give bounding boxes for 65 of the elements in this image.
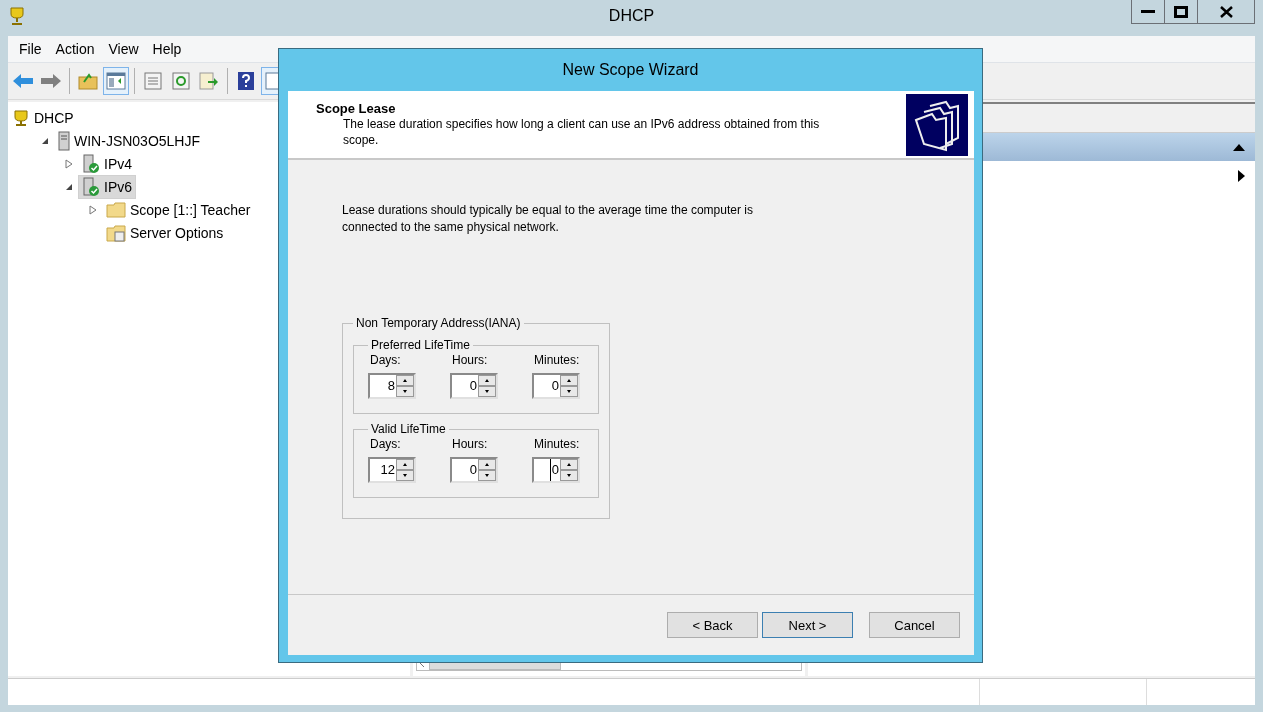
- field-label: Hours:: [451, 353, 489, 367]
- instruction-text: Lease durations should typically be equal to the average time the computer is connected to the same physical network.: [342, 202, 754, 236]
- field-label: Days:: [369, 437, 402, 451]
- refresh-icon: [172, 72, 190, 90]
- trophy-icon: [12, 108, 30, 127]
- collapse-arrow-icon[interactable]: [65, 182, 73, 191]
- folder-options-icon: [106, 223, 126, 242]
- number-spinner[interactable]: 0: [532, 373, 580, 399]
- field-label: Minutes:: [533, 353, 580, 367]
- menu-item[interactable]: Help: [145, 39, 189, 59]
- minimize-icon: [1141, 10, 1155, 13]
- group-title: Valid LifeTime: [370, 422, 447, 436]
- wizard-button[interactable]: Cancel: [869, 612, 960, 638]
- properties-icon: [144, 72, 162, 90]
- collapse-arrow-icon[interactable]: [41, 136, 49, 145]
- tree-item[interactable]: WIN-JSN03O5LHJF: [54, 128, 205, 153]
- page-description: The lease duration specifies how long a client can use an IPv6 address obtained from this scope.: [343, 116, 821, 148]
- number-spinner[interactable]: 8: [368, 373, 416, 399]
- folder-up-icon: [78, 72, 98, 90]
- tree-item[interactable]: IPv4: [78, 151, 136, 176]
- group-title: Preferred LifeTime: [370, 338, 471, 352]
- wizard-button[interactable]: Next >: [762, 612, 853, 638]
- forward-arrow-icon: [40, 73, 62, 89]
- close-icon: [1219, 5, 1233, 18]
- maximize-icon: [1174, 5, 1188, 18]
- page-heading: Scope Lease: [316, 101, 397, 116]
- menu-item[interactable]: View: [101, 39, 146, 59]
- number-spinner[interactable]: 0: [450, 457, 498, 483]
- spin-arrows-icon[interactable]: [396, 375, 414, 397]
- back-arrow-icon: [12, 73, 34, 89]
- number-spinner[interactable]: 0: [532, 457, 580, 483]
- tree-item[interactable]: DHCP: [8, 106, 78, 129]
- menu-item[interactable]: File: [12, 39, 49, 59]
- server-check-icon: [82, 176, 100, 197]
- spin-arrows-icon[interactable]: [560, 459, 578, 481]
- tree-item[interactable]: Scope [1::] Teacher: [102, 199, 255, 220]
- field-label: Minutes:: [533, 437, 580, 451]
- number-spinner[interactable]: 0: [450, 373, 498, 399]
- field-label: Days:: [369, 353, 402, 367]
- spin-arrows-icon[interactable]: [478, 375, 496, 397]
- tree-item[interactable]: Server Options: [102, 221, 228, 244]
- folders-icon: [906, 94, 968, 156]
- help-icon: [237, 71, 255, 91]
- dialog-title: New Scope Wizard: [561, 60, 700, 80]
- folder-icon: [106, 201, 126, 218]
- trophy-icon: [8, 6, 26, 26]
- wizard-button[interactable]: < Back: [667, 612, 758, 638]
- submenu-arrow-icon[interactable]: [1238, 170, 1245, 182]
- field-label: Hours:: [451, 437, 489, 451]
- console-tree-icon: [106, 72, 126, 90]
- tree-item[interactable]: IPv6: [78, 174, 136, 199]
- expand-arrow-icon[interactable]: [65, 158, 73, 169]
- expand-arrow-icon[interactable]: [89, 204, 97, 215]
- window-title: DHCP: [608, 7, 655, 25]
- spin-arrows-icon[interactable]: [478, 459, 496, 481]
- toolbar-button[interactable]: [103, 67, 129, 95]
- server-check-icon: [82, 153, 100, 174]
- spin-arrows-icon[interactable]: [560, 375, 578, 397]
- collapse-icon[interactable]: [1233, 143, 1245, 151]
- menu-item[interactable]: Action: [48, 39, 102, 59]
- server-icon: [58, 130, 70, 151]
- export-list-icon: [199, 72, 219, 90]
- group-title: Non Temporary Address(IANA): [355, 316, 522, 330]
- spin-arrows-icon[interactable]: [396, 459, 414, 481]
- number-spinner[interactable]: 12: [368, 457, 416, 483]
